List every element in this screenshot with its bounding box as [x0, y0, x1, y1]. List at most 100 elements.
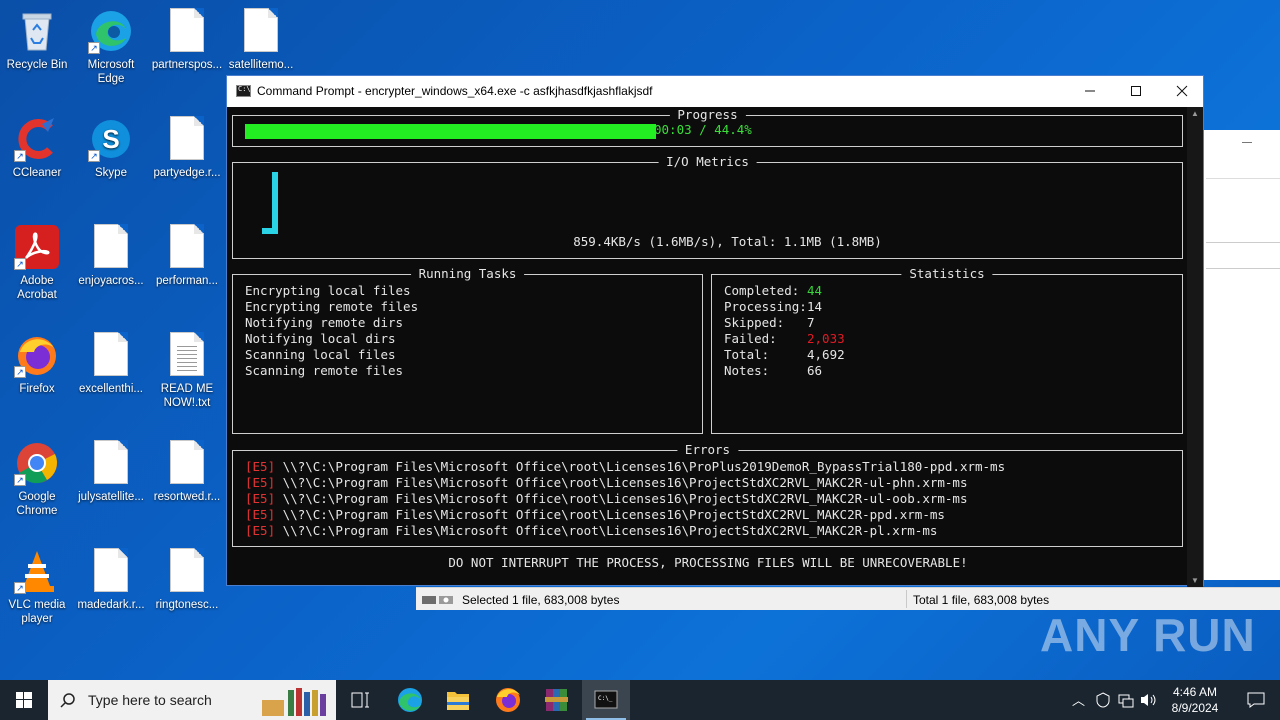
security-icon[interactable]: [1096, 692, 1110, 708]
desktop-icon-skype[interactable]: S ↗ Skype: [74, 116, 148, 180]
shortcut-arrow-icon: ↗: [88, 42, 100, 54]
stat-row: Failed: 2,033: [724, 331, 845, 347]
stat-value-skipped: 7: [807, 315, 815, 330]
desktop-icon-label: partyedge.r...: [153, 167, 221, 179]
search-icon: [60, 693, 75, 708]
desktop-icon-chrome[interactable]: ↗ Google Chrome: [0, 440, 74, 518]
shortcut-arrow-icon: ↗: [14, 474, 26, 486]
command-prompt-window[interactable]: Command Prompt - encrypter_windows_x64.e…: [226, 75, 1204, 587]
shortcut-arrow-icon: ↗: [14, 258, 26, 270]
minimize-icon: [1085, 90, 1095, 92]
desktop-icon-firefox[interactable]: ↗ Firefox: [0, 332, 74, 396]
error-tag: [E5]: [245, 459, 276, 474]
vertical-scrollbar[interactable]: ▲ ▼: [1187, 107, 1203, 587]
desktop-icon-file[interactable]: ringtonesc...: [150, 548, 224, 612]
firefox-icon: [496, 688, 520, 712]
stat-value-processing: 14: [807, 299, 823, 314]
volume-icon[interactable]: [1140, 692, 1158, 708]
desktop-icon-label: satellitemo...: [228, 59, 294, 71]
io-metrics-panel: I/O Metrics 859.4KB/s (1.6MB/s), Total: …: [232, 154, 1183, 259]
close-button[interactable]: [1159, 76, 1205, 107]
shortcut-arrow-icon: ↗: [14, 366, 26, 378]
windows-logo-icon: [16, 692, 32, 708]
error-line: [E5] \\?\C:\Program Files\Microsoft Offi…: [245, 459, 1005, 475]
desktop-icon-file[interactable]: madedark.r...: [74, 548, 148, 612]
file-icon: [170, 8, 204, 52]
console-icon: C:\_: [594, 690, 618, 709]
file-icon: [170, 440, 204, 484]
desktop-icon-file[interactable]: performan...: [150, 224, 224, 288]
desktop-icon-label: ringtonesc...: [155, 599, 219, 611]
chevron-up-icon[interactable]: ︿: [1072, 690, 1085, 709]
stat-row: Processing: 14: [724, 299, 822, 315]
scroll-down-icon[interactable]: ▼: [1191, 576, 1199, 585]
taskbar-search[interactable]: Type here to search: [48, 680, 336, 720]
desktop-icon-readme[interactable]: READ ME NOW!.txt: [150, 332, 224, 410]
stat-label: Total:: [724, 347, 770, 362]
stat-label: Failed:: [724, 331, 777, 346]
console-output[interactable]: Progress 00:03 / 44.4% I/O Metrics 859.4…: [227, 107, 1189, 587]
search-placeholder: Type here to search: [88, 692, 212, 708]
desktop-icon-file[interactable]: julysatellite...: [74, 440, 148, 504]
taskbar-edge[interactable]: [386, 680, 434, 720]
error-path: \\?\C:\Program Files\Microsoft Office\ro…: [282, 475, 968, 490]
error-path: \\?\C:\Program Files\Microsoft Office\ro…: [282, 459, 1006, 474]
taskbar-file-explorer[interactable]: [434, 680, 482, 720]
error-tag: [E5]: [245, 491, 276, 506]
svg-text:S: S: [102, 124, 119, 154]
start-button[interactable]: [0, 680, 48, 720]
stat-label: Notes:: [724, 363, 770, 378]
taskbar-command-prompt[interactable]: C:\_: [582, 680, 630, 720]
taskbar-winrar[interactable]: [532, 680, 580, 720]
warning-message: DO NOT INTERRUPT THE PROCESS, PROCESSING…: [448, 555, 968, 570]
stat-row: Completed: 44: [724, 283, 822, 299]
desktop-icon-acrobat[interactable]: ↗ Adobe Acrobat: [0, 224, 74, 302]
maximize-icon: [1131, 86, 1141, 96]
skype-icon: S ↗: [88, 116, 134, 162]
stat-row: Notes: 66: [724, 363, 822, 379]
file-icon: [94, 440, 128, 484]
taskbar-firefox[interactable]: [484, 680, 532, 720]
stat-label: Skipped:: [724, 315, 785, 330]
desktop-icon-file[interactable]: excellenthi...: [74, 332, 148, 396]
desktop-icon-file[interactable]: partyedge.r...: [150, 116, 224, 180]
progress-panel: Progress 00:03 / 44.4%: [232, 107, 1183, 147]
maximize-button[interactable]: [1113, 76, 1159, 107]
desktop-icon-edge[interactable]: ↗ Microsoft Edge: [74, 8, 148, 86]
desktop-icon-label: READ ME NOW!.txt: [160, 383, 214, 409]
task-item: Scanning remote files: [245, 363, 404, 378]
shortcut-arrow-icon: ↗: [14, 582, 26, 594]
desktop-icon-file[interactable]: enjoyacros...: [74, 224, 148, 288]
chrome-icon: ↗: [14, 440, 60, 486]
desktop-icon-label: Recycle Bin: [6, 59, 68, 71]
network-icon[interactable]: [1118, 692, 1134, 708]
taskbar: Type here to search C:\_ ︿ 4:46 AM 8/9/2…: [0, 680, 1280, 720]
desktop-icon-recycle-bin[interactable]: Recycle Bin: [0, 8, 74, 72]
desktop-icon-file[interactable]: resortwed.r...: [150, 440, 224, 504]
error-tag: [E5]: [245, 523, 276, 538]
stat-value-failed: 2,033: [807, 331, 845, 346]
desktop-icon-file[interactable]: satellitemo...: [224, 8, 298, 72]
notifications-button[interactable]: [1232, 680, 1280, 720]
desktop-icon-label: resortwed.r...: [153, 491, 221, 503]
console-icon: [236, 85, 251, 97]
desktop-icon-vlc[interactable]: ↗ VLC media player: [0, 548, 74, 626]
desktop-icon-ccleaner[interactable]: ↗ CCleaner: [0, 116, 74, 180]
panel-title: Progress: [669, 107, 746, 123]
panel-title: Running Tasks: [410, 266, 525, 282]
scroll-up-icon[interactable]: ▲: [1191, 109, 1199, 118]
task-view-button[interactable]: [336, 680, 384, 720]
file-icon: [244, 8, 278, 52]
desktop-icon-file[interactable]: partnerspos...: [150, 8, 224, 72]
taskbar-clock[interactable]: 4:46 AM 8/9/2024: [1160, 684, 1230, 716]
file-icon: [94, 548, 128, 592]
file-icon: [94, 224, 128, 268]
status-total: Total 1 file, 683,008 bytes: [913, 593, 1050, 607]
desktop-icon-label: excellenthi...: [79, 383, 143, 395]
minimize-button[interactable]: [1067, 76, 1113, 107]
window-titlebar[interactable]: Command Prompt - encrypter_windows_x64.e…: [227, 76, 1203, 107]
folder-icon: [447, 692, 469, 710]
file-icon: [170, 116, 204, 160]
file-icon: [170, 548, 204, 592]
io-metrics-text: 859.4KB/s (1.6MB/s), Total: 1.1MB (1.8MB…: [573, 234, 882, 249]
